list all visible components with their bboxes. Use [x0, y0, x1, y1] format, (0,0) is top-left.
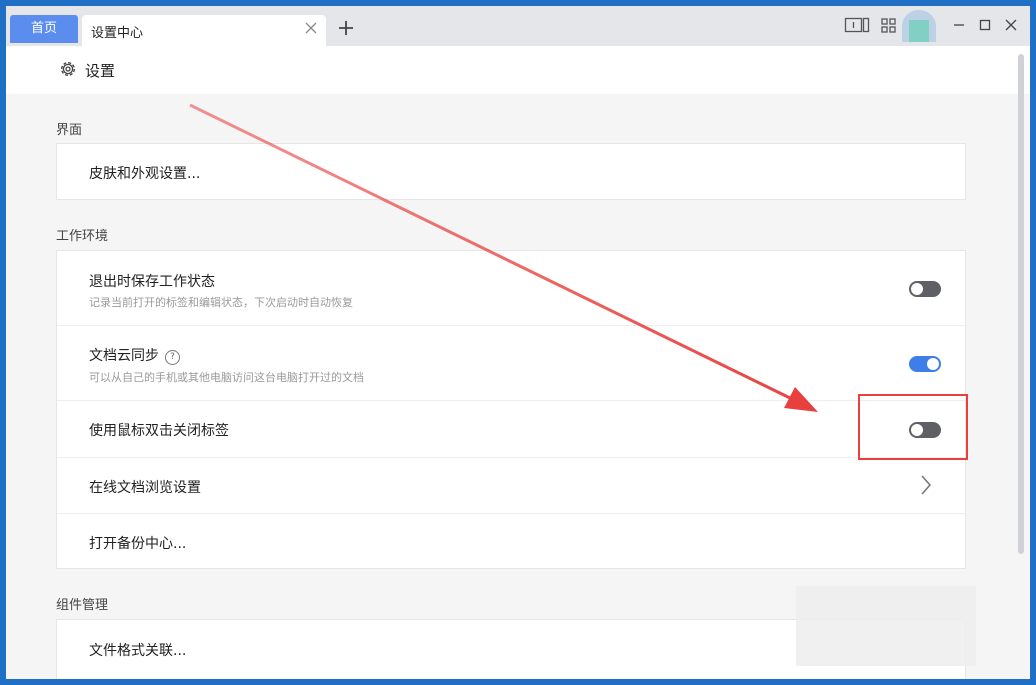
tab-close-icon[interactable]	[302, 19, 320, 37]
reading-mode-icon[interactable]	[844, 15, 870, 35]
row-title: 在线文档浏览设置	[89, 480, 201, 496]
row-title: 使用鼠标双击关闭标签	[89, 423, 229, 439]
settings-header: 设置	[6, 46, 1030, 94]
tab-home[interactable]: 首页	[10, 15, 78, 43]
tab-settings-center[interactable]: 设置中心	[82, 15, 326, 46]
chevron-right-icon	[921, 475, 932, 495]
blur-overlay	[796, 586, 976, 666]
maximize-icon[interactable]	[976, 16, 994, 34]
app-window: 首页 设置中心 设置 界面 皮肤和外观设置... 工作环境 退出时保存工作状态 …	[6, 6, 1030, 679]
card-interface: 皮肤和外观设置...	[56, 143, 966, 200]
card-workspace: 退出时保存工作状态 记录当前打开的标签和编辑状态，下次启动时自动恢复 文档云同步…	[56, 250, 966, 569]
scrollbar[interactable]	[1018, 54, 1024, 554]
user-avatar[interactable]	[902, 10, 936, 42]
row-title: 文档云同步?	[89, 345, 180, 365]
help-icon[interactable]: ?	[165, 350, 180, 365]
annotation-highlight-box	[858, 394, 968, 460]
row-backup-center[interactable]: 打开备份中心...	[57, 514, 965, 568]
row-title: 皮肤和外观设置...	[89, 166, 201, 182]
gear-icon	[60, 61, 76, 77]
row-description: 记录当前打开的标签和编辑状态，下次启动时自动恢复	[89, 296, 353, 309]
row-title: 文件格式关联...	[89, 643, 187, 659]
save-work-state-toggle[interactable]	[909, 281, 941, 297]
page-title: 设置	[85, 62, 116, 80]
section-title-workspace: 工作环境	[56, 229, 109, 244]
row-online-doc-browse[interactable]: 在线文档浏览设置	[57, 458, 965, 514]
row-double-click-close-tab: 使用鼠标双击关闭标签	[57, 401, 965, 458]
row-save-work-state: 退出时保存工作状态 记录当前打开的标签和编辑状态，下次启动时自动恢复	[57, 251, 965, 326]
new-tab-icon[interactable]	[336, 18, 356, 38]
tab-settings-center-label: 设置中心	[91, 26, 144, 41]
row-cloud-sync: 文档云同步? 可以从自己的手机或其他电脑访问这台电脑打开过的文档	[57, 326, 965, 401]
close-icon[interactable]	[1002, 16, 1020, 34]
cloud-sync-toggle[interactable]	[909, 356, 941, 372]
row-title: 退出时保存工作状态	[89, 274, 215, 290]
row-description: 可以从自己的手机或其他电脑访问这台电脑打开过的文档	[89, 371, 364, 384]
row-title: 打开备份中心...	[89, 536, 187, 552]
section-title-interface: 界面	[56, 123, 83, 138]
section-title-components: 组件管理	[56, 598, 109, 613]
row-skin-appearance[interactable]: 皮肤和外观设置...	[57, 144, 965, 199]
minimize-icon[interactable]	[950, 16, 968, 34]
tab-bar: 首页 设置中心	[6, 6, 1030, 46]
grid-apps-icon[interactable]	[880, 15, 898, 35]
